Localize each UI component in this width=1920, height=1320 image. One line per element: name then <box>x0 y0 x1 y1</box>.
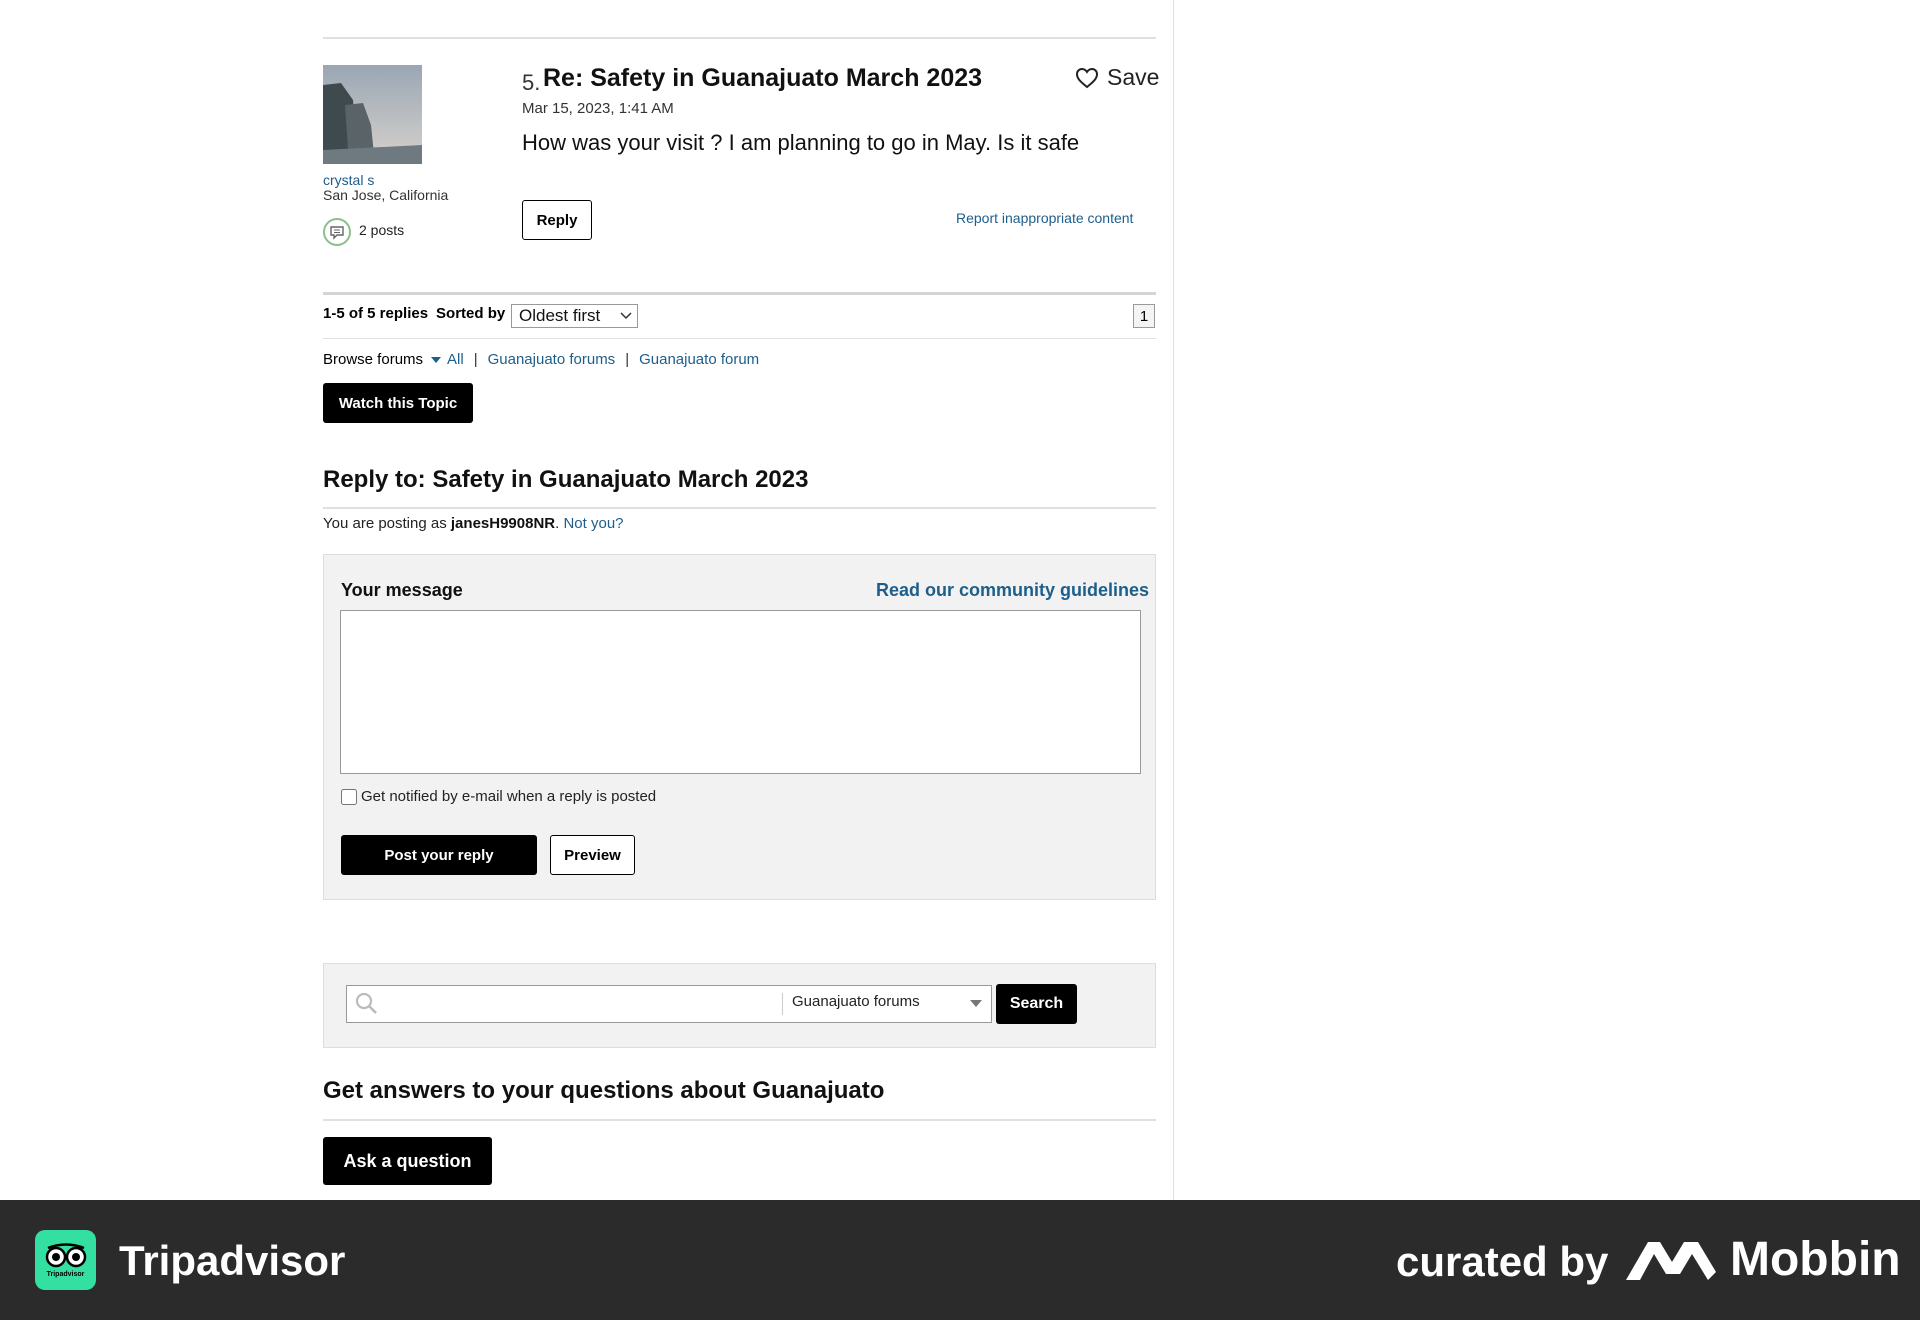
sort-label: Sorted by <box>436 305 506 322</box>
author-name[interactable]: crystal s <box>323 172 374 188</box>
breadcrumb-guanajuato-forums[interactable]: Guanajuato forums <box>488 351 616 368</box>
post-date: Mar 15, 2023, 1:41 AM <box>522 100 674 117</box>
reply-heading: Reply to: Safety in Guanajuato March 202… <box>323 466 809 493</box>
logo-text: Tripadvisor <box>46 1270 85 1278</box>
message-label: Your message <box>341 580 463 600</box>
not-you-link[interactable]: Not you? <box>563 515 623 532</box>
curated-by-label: curated by <box>1396 1238 1609 1285</box>
divider <box>323 292 1156 295</box>
search-input[interactable] <box>383 988 779 1020</box>
reply-count: 1-5 of 5 replies <box>323 305 429 322</box>
owl-icon <box>45 1242 86 1267</box>
sort-value: Oldest first <box>519 306 601 325</box>
mobbin-name: Mobbin <box>1730 1233 1901 1286</box>
save-label: Save <box>1107 64 1160 90</box>
posting-as: You are posting as janesH9908NR. Not you… <box>323 515 624 532</box>
divider <box>323 37 1156 39</box>
heart-icon <box>1075 67 1099 88</box>
preview-button[interactable]: Preview <box>550 835 635 875</box>
search-scope-select[interactable]: Guanajuato forums <box>792 993 920 1010</box>
breadcrumb-separator: | <box>625 351 630 368</box>
save-button[interactable]: Save <box>1075 64 1159 91</box>
breadcrumb: Browse forums All | Guanajuato forums | … <box>323 351 759 368</box>
notify-label: Get notified by e-mail when a reply is p… <box>361 788 657 805</box>
posting-prefix: You are posting as <box>323 515 447 532</box>
mobbin-logo-icon <box>1626 1238 1716 1287</box>
breadcrumb-guanajuato-forum[interactable]: Guanajuato forum <box>639 351 759 368</box>
author-location: San Jose, California <box>323 187 449 203</box>
reply-button[interactable]: Reply <box>522 200 592 240</box>
post-reply-button[interactable]: Post your reply <box>341 835 537 875</box>
notify-option[interactable]: Get notified by e-mail when a reply is p… <box>341 788 656 805</box>
caret-down-icon[interactable] <box>431 356 442 363</box>
reply-count-bar: 1-5 of 5 replies Sorted by <box>323 305 505 322</box>
notify-checkbox[interactable] <box>341 788 357 805</box>
chevron-down-icon <box>620 312 632 320</box>
brand-name: Tripadvisor <box>119 1237 346 1284</box>
divider <box>323 1119 1156 1121</box>
posting-username: janesH9908NR <box>450 515 556 532</box>
sort-select[interactable]: Oldest first <box>511 304 638 328</box>
page-number[interactable]: 1 <box>1133 304 1155 328</box>
post-title: Re: Safety in Guanajuato March 2023 <box>543 64 983 92</box>
caret-down-icon[interactable] <box>970 1000 982 1007</box>
author-post-count: 2 posts <box>359 222 405 238</box>
speech-bubble-icon <box>323 218 351 246</box>
answers-heading: Get answers to your questions about Guan… <box>323 1077 885 1104</box>
avatar[interactable] <box>323 65 422 164</box>
breadcrumb-separator: | <box>473 351 478 368</box>
divider <box>782 993 783 1015</box>
guidelines-link[interactable]: Read our community guidelines <box>876 580 1149 601</box>
browse-forums-label: Browse forums <box>323 351 424 368</box>
post-body: How was your visit ? I am planning to go… <box>522 130 1080 155</box>
search-button[interactable]: Search <box>996 984 1077 1024</box>
ask-question-button[interactable]: Ask a question <box>323 1137 492 1185</box>
search-icon <box>354 991 378 1020</box>
divider <box>323 507 1156 509</box>
breadcrumb-all[interactable]: All <box>447 351 464 368</box>
divider <box>323 338 1156 339</box>
post-number: 5. <box>522 70 541 95</box>
tripadvisor-logo: Tripadvisor <box>35 1230 96 1290</box>
column-divider <box>1173 0 1174 1200</box>
watch-topic-button[interactable]: Watch this Topic <box>323 383 473 423</box>
report-link[interactable]: Report inappropriate content <box>956 210 1133 226</box>
message-textarea[interactable] <box>340 610 1141 774</box>
